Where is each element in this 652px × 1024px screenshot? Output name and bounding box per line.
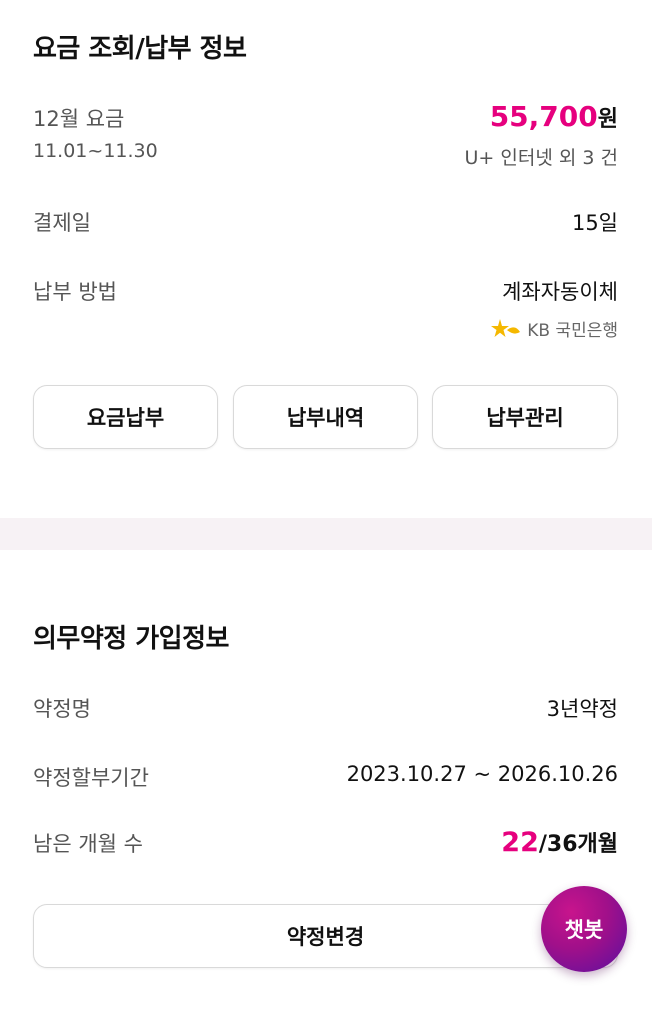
remaining-current: 22 xyxy=(501,827,539,858)
contract-name-value: 3년약정 xyxy=(546,697,618,721)
kb-star-icon xyxy=(491,318,521,337)
section-divider xyxy=(0,518,652,550)
pay-bill-button[interactable]: 요금납부 xyxy=(33,385,218,449)
bill-period: 11.01~11.30 xyxy=(33,140,158,162)
contract-period-label: 약정할부기간 xyxy=(33,766,149,790)
payment-history-button[interactable]: 납부내역 xyxy=(233,385,418,449)
remaining-total: /36개월 xyxy=(538,832,618,857)
bill-month-label: 12월 요금 xyxy=(33,107,125,131)
bank-info: KB 국민은행 xyxy=(491,316,618,341)
bill-amount: 55,700원 xyxy=(490,100,618,133)
billing-section: 요금 조회/납부 정보 12월 요금 11.01~11.30 55,700원 U… xyxy=(0,0,652,518)
remaining-months: 22/36개월 xyxy=(501,826,618,858)
change-contract-button[interactable]: 약정변경 xyxy=(33,904,618,968)
bill-amount-value: 55,700 xyxy=(489,100,598,133)
chatbot-button[interactable]: 챗봇 xyxy=(541,886,627,972)
payday-value: 15일 xyxy=(571,211,618,235)
bank-name: KB 국민은행 xyxy=(527,321,618,341)
bill-amount-unit: 원 xyxy=(597,107,618,132)
contract-period-value: 2023.10.27 ~ 2026.10.26 xyxy=(346,762,618,786)
method-label: 납부 방법 xyxy=(33,280,117,304)
billing-title: 요금 조회/납부 정보 xyxy=(33,34,247,64)
method-value: 계좌자동이체 xyxy=(502,280,618,304)
remaining-label: 남은 개월 수 xyxy=(33,832,143,856)
contract-title: 의무약정 가입정보 xyxy=(33,624,229,654)
contract-name-label: 약정명 xyxy=(33,697,91,721)
payment-manage-button[interactable]: 납부관리 xyxy=(432,385,618,449)
bill-services: U+ 인터넷 외 3 건 xyxy=(464,147,618,169)
payday-label: 결제일 xyxy=(33,211,91,235)
